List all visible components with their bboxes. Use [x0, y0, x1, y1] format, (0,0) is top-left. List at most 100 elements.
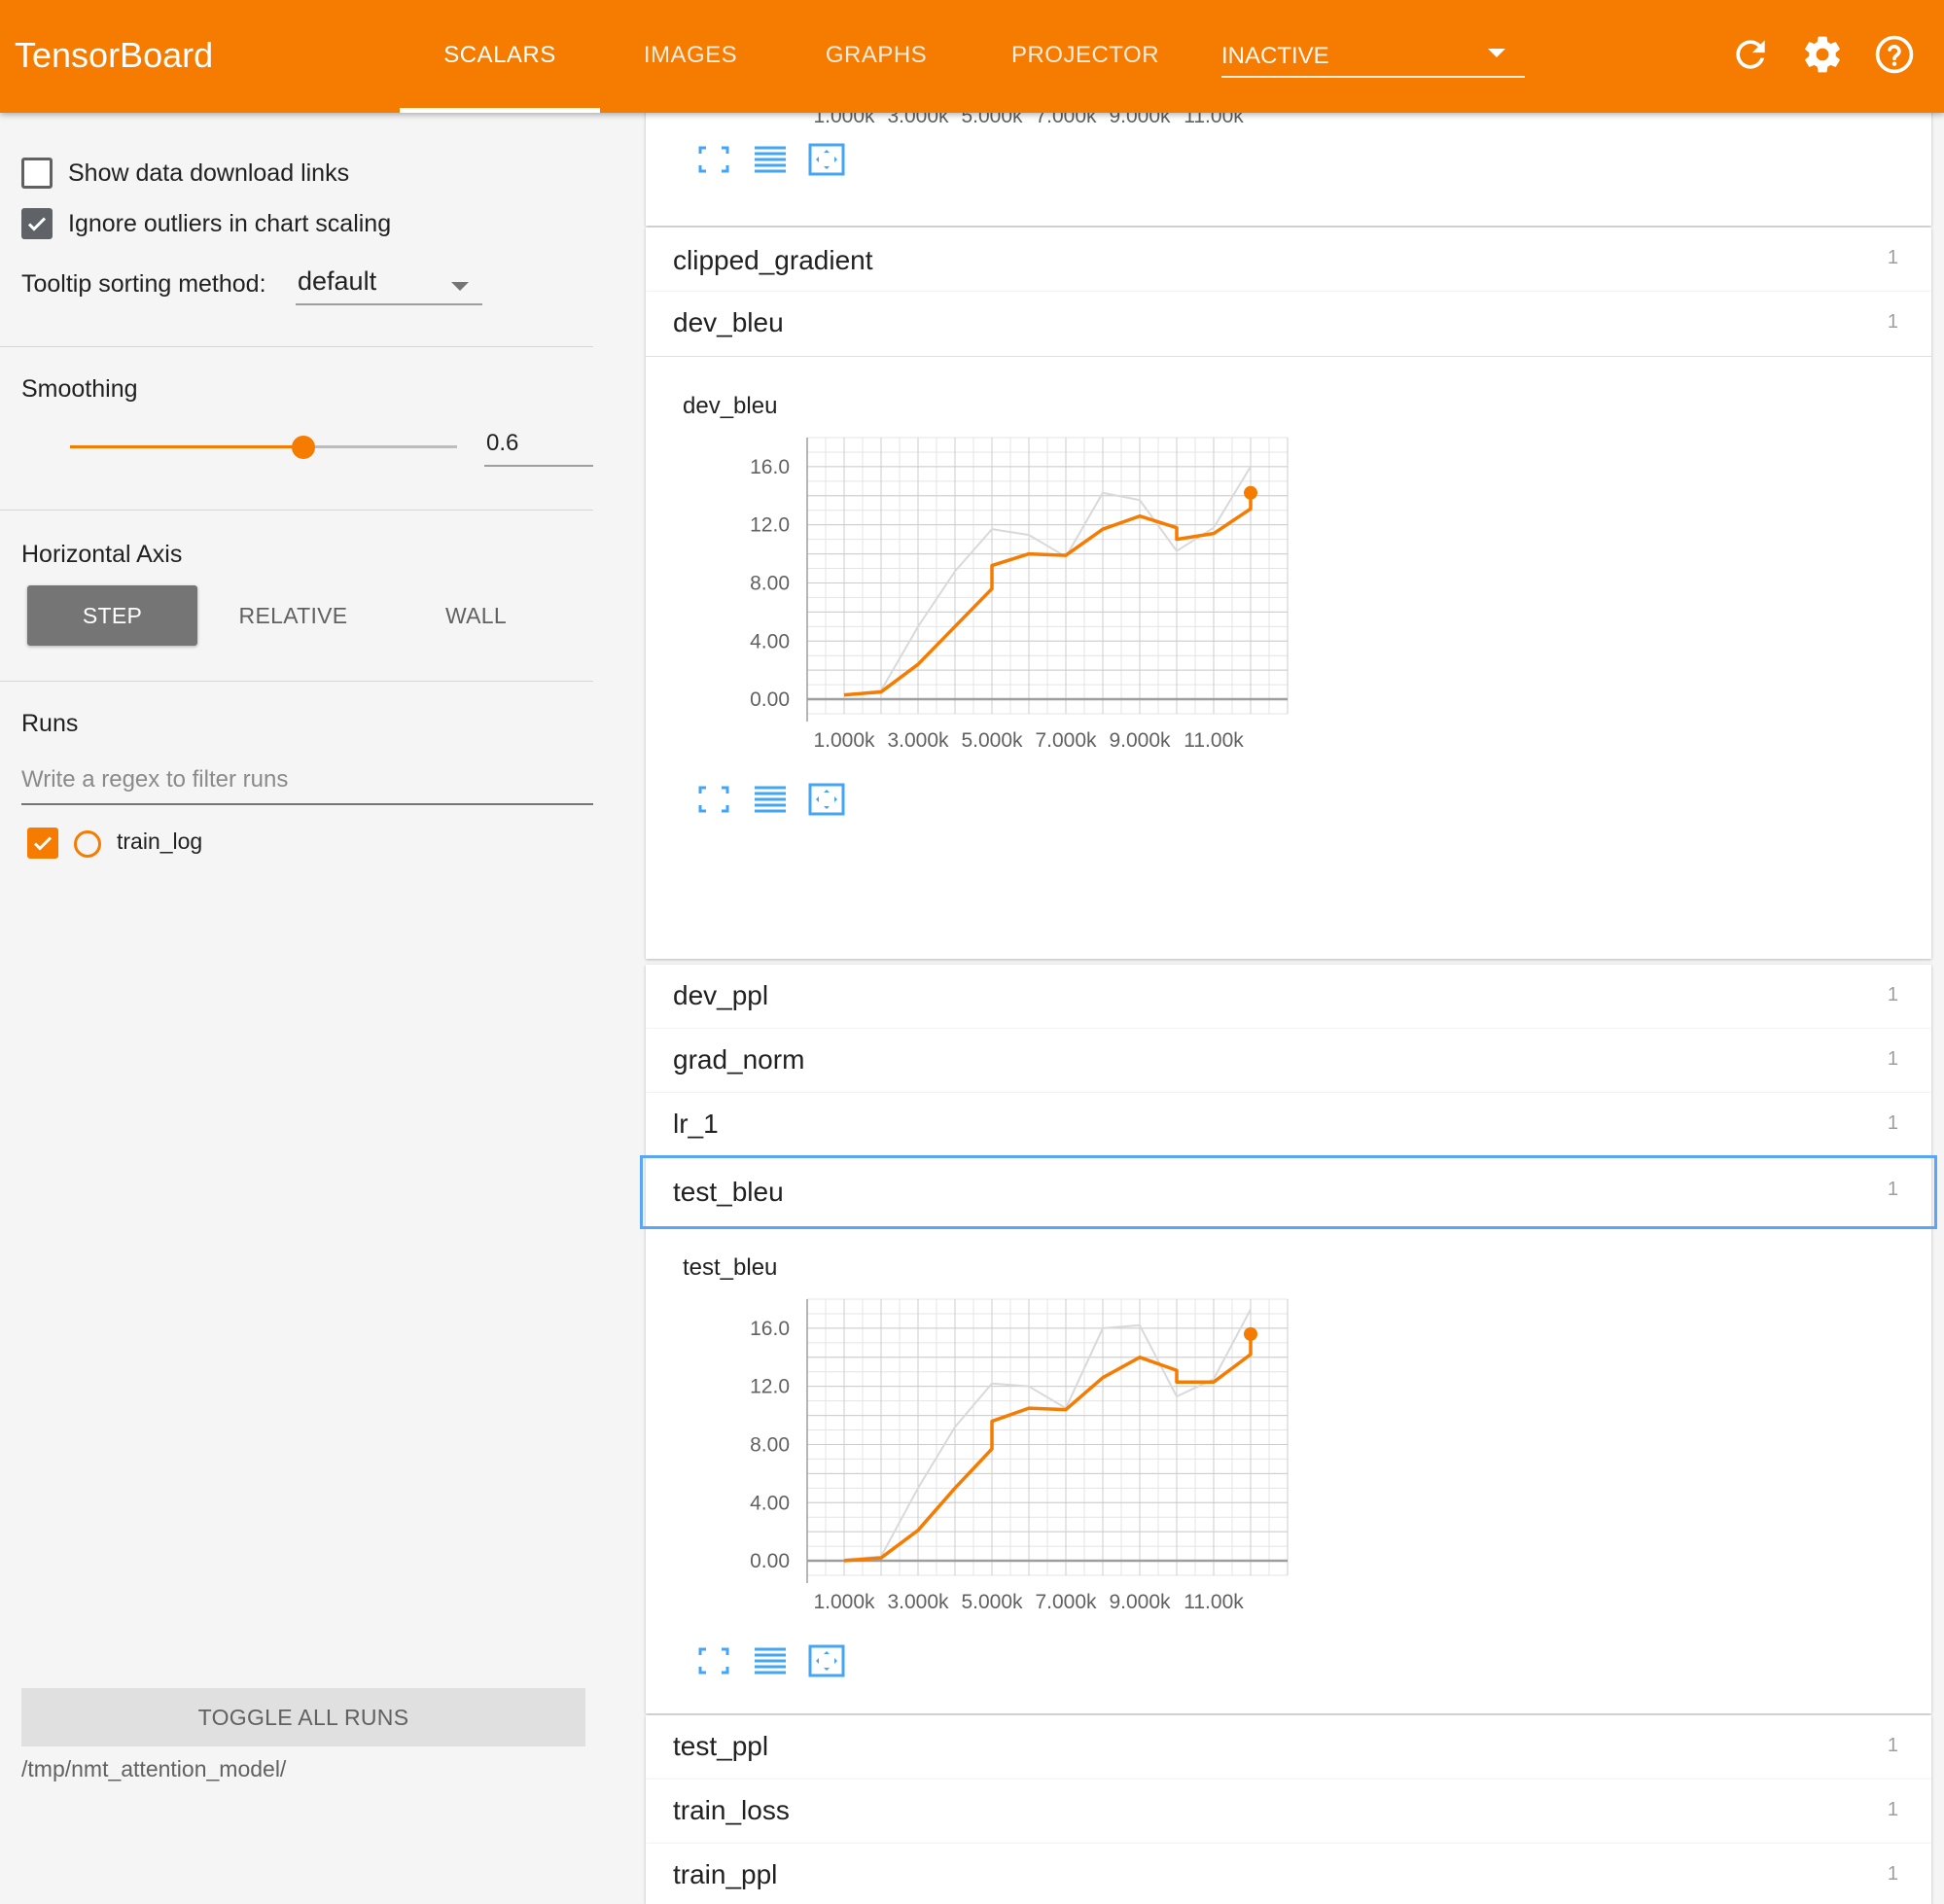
- smoothing-value-input[interactable]: 0.6: [484, 430, 593, 469]
- tag-group-name: train_ppl: [673, 1859, 778, 1889]
- section-divider: [0, 346, 593, 347]
- tag-group-count: 1: [1887, 1048, 1898, 1070]
- y-tick-label: 8.00: [750, 1433, 790, 1456]
- x-tick-label: 5.000k: [961, 729, 1023, 752]
- tab-projector[interactable]: PROJECTOR: [972, 0, 1199, 113]
- smoothing-label: Smoothing: [21, 375, 138, 403]
- section-divider: [0, 510, 593, 511]
- x-tick-label: 1.000k: [813, 1591, 875, 1613]
- x-tick-label: 7.000k: [1035, 729, 1097, 752]
- sidebar: Show data download links Ignore outliers…: [0, 113, 622, 1807]
- toggle-all-runs-button[interactable]: TOGGLE ALL RUNS: [21, 1688, 585, 1746]
- tag-group-header[interactable]: train_ppl 1: [646, 1844, 1931, 1904]
- chart-title: dev_bleu: [683, 393, 778, 419]
- tag-group-name: test_ppl: [673, 1731, 769, 1761]
- x-tick-label: 11.00k: [1184, 1591, 1244, 1613]
- data-table-icon[interactable]: [751, 782, 790, 817]
- last-point-marker: [1244, 485, 1257, 500]
- expand-fullscreen-icon[interactable]: [694, 782, 733, 817]
- axis-step-button[interactable]: STEP: [27, 585, 197, 646]
- checkmark-icon: [27, 217, 47, 231]
- row-divider: [646, 356, 1931, 357]
- run-color-swatch[interactable]: [74, 830, 101, 858]
- fit-domain-icon[interactable]: [807, 1643, 846, 1678]
- tag-group-name: lr_1: [673, 1109, 719, 1139]
- runs-filter-placeholder: Write a regex to filter runs: [21, 766, 289, 793]
- smoothing-slider-fill: [70, 445, 303, 448]
- data-table-icon[interactable]: [751, 1643, 790, 1678]
- inactive-dropdown-label: INACTIVE: [1221, 43, 1329, 69]
- x-tick-label: 3.000k: [887, 729, 949, 752]
- tag-group-count: 1: [1887, 984, 1898, 1005]
- tag-group-card: dev_bleu 1 dev_bleu 16.0 12.0 8.00 4.00 0.00…: [646, 292, 1931, 959]
- tag-group-name: dev_ppl: [673, 980, 769, 1010]
- show-download-links-checkbox[interactable]: [21, 158, 53, 189]
- tag-group-count: 1: [1887, 1735, 1898, 1756]
- ignore-outliers-checkbox[interactable]: [21, 208, 53, 239]
- expand-fullscreen-icon[interactable]: [694, 1643, 733, 1678]
- refresh-icon[interactable]: [1729, 33, 1772, 76]
- y-tick-label: 16.0: [750, 456, 790, 478]
- tag-group-name: clipped_gradient: [673, 245, 873, 275]
- tag-group-header[interactable]: grad_norm 1: [646, 1029, 1931, 1093]
- x-tick-label: 11.00k: [1184, 729, 1244, 752]
- help-circle-icon[interactable]: [1873, 33, 1916, 76]
- smoothing-slider-knob[interactable]: [292, 436, 315, 459]
- chevron-down-icon: [1488, 49, 1505, 57]
- tab-scalars[interactable]: SCALARS: [400, 0, 600, 113]
- tag-group-count: 1: [1887, 1112, 1898, 1134]
- tag-group-header[interactable]: test_bleu 1: [640, 1155, 1937, 1229]
- data-table-icon[interactable]: [751, 142, 790, 177]
- logdir-path: /tmp/nmt_attention_model/: [21, 1756, 287, 1781]
- input-underline: [484, 465, 593, 467]
- tooltip-sorting-value: default: [298, 266, 377, 296]
- y-tick-label: 4.00: [750, 1492, 790, 1514]
- tag-group-name: grad_norm: [673, 1044, 805, 1075]
- tag-group-name: test_bleu: [673, 1177, 784, 1207]
- tab-graphs[interactable]: GRAPHS: [781, 0, 972, 113]
- last-point-marker: [1244, 1326, 1257, 1341]
- expand-fullscreen-icon[interactable]: [694, 142, 733, 177]
- tag-group-header[interactable]: dev_bleu 1: [646, 292, 1931, 356]
- chart-title: test_bleu: [683, 1254, 778, 1281]
- tag-group-header[interactable]: dev_ppl 1: [646, 965, 1931, 1029]
- runs-filter-input[interactable]: Write a regex to filter runs: [21, 764, 593, 807]
- axis-relative-button[interactable]: RELATIVE: [208, 585, 378, 646]
- y-tick-label: 0.00: [750, 688, 790, 711]
- ignore-outliers-label: Ignore outliers in chart scaling: [68, 210, 392, 237]
- axis-wall-button[interactable]: WALL: [391, 585, 561, 646]
- x-tick-label: 7.000k: [1035, 1591, 1097, 1613]
- tag-group-header[interactable]: clipped_gradient 1: [646, 228, 1931, 292]
- dev-bleu-chart[interactable]: 16.0 12.0 8.00 4.00 0.00 1.000k 3.000k 5.000k 7.…: [704, 430, 1307, 760]
- y-tick-label: 0.00: [750, 1550, 790, 1572]
- smoothing-value: 0.6: [486, 430, 519, 456]
- settings-gear-icon[interactable]: [1801, 33, 1844, 76]
- tooltip-sorting-label: Tooltip sorting method:: [21, 270, 266, 298]
- run-train-log-checkbox[interactable]: [27, 828, 58, 859]
- dropdown-underline: [296, 303, 482, 305]
- test-bleu-chart[interactable]: 16.0 12.0 8.00 4.00 0.00 1.000k 3.000k 5.000k 7.…: [704, 1291, 1307, 1622]
- tag-group-count: 1: [1887, 247, 1898, 268]
- x-tick-label: 3.000k: [887, 1591, 949, 1613]
- tag-group-header[interactable]: test_ppl 1: [646, 1715, 1931, 1780]
- tag-group-name: train_loss: [673, 1795, 790, 1825]
- tag-group-header[interactable]: lr_1 1: [646, 1093, 1931, 1157]
- tag-group-count: 1: [1887, 311, 1898, 333]
- tooltip-sorting-dropdown[interactable]: default: [296, 259, 482, 307]
- chevron-down-icon: [451, 282, 469, 291]
- tag-group-card: test_bleu 1 test_bleu 16.0 12.0 8.00 4.00 0.…: [640, 1155, 1937, 1713]
- tag-group-count: 1: [1887, 1179, 1898, 1200]
- section-divider: [0, 681, 593, 682]
- tag-group-count: 1: [1887, 1863, 1898, 1885]
- horizontal-axis-label: Horizontal Axis: [21, 541, 183, 568]
- tag-group-header[interactable]: train_loss 1: [646, 1780, 1931, 1844]
- tab-images[interactable]: IMAGES: [600, 0, 781, 113]
- inactive-dashboards-dropdown[interactable]: INACTIVE: [1221, 35, 1525, 78]
- show-download-links-label: Show data download links: [68, 159, 350, 187]
- run-name: train_log: [117, 829, 203, 854]
- checkmark-icon: [33, 836, 53, 851]
- fit-domain-icon[interactable]: [807, 782, 846, 817]
- y-tick-label: 4.00: [750, 630, 790, 652]
- fit-domain-icon[interactable]: [807, 142, 846, 177]
- tag-group-count: 1: [1887, 1799, 1898, 1820]
